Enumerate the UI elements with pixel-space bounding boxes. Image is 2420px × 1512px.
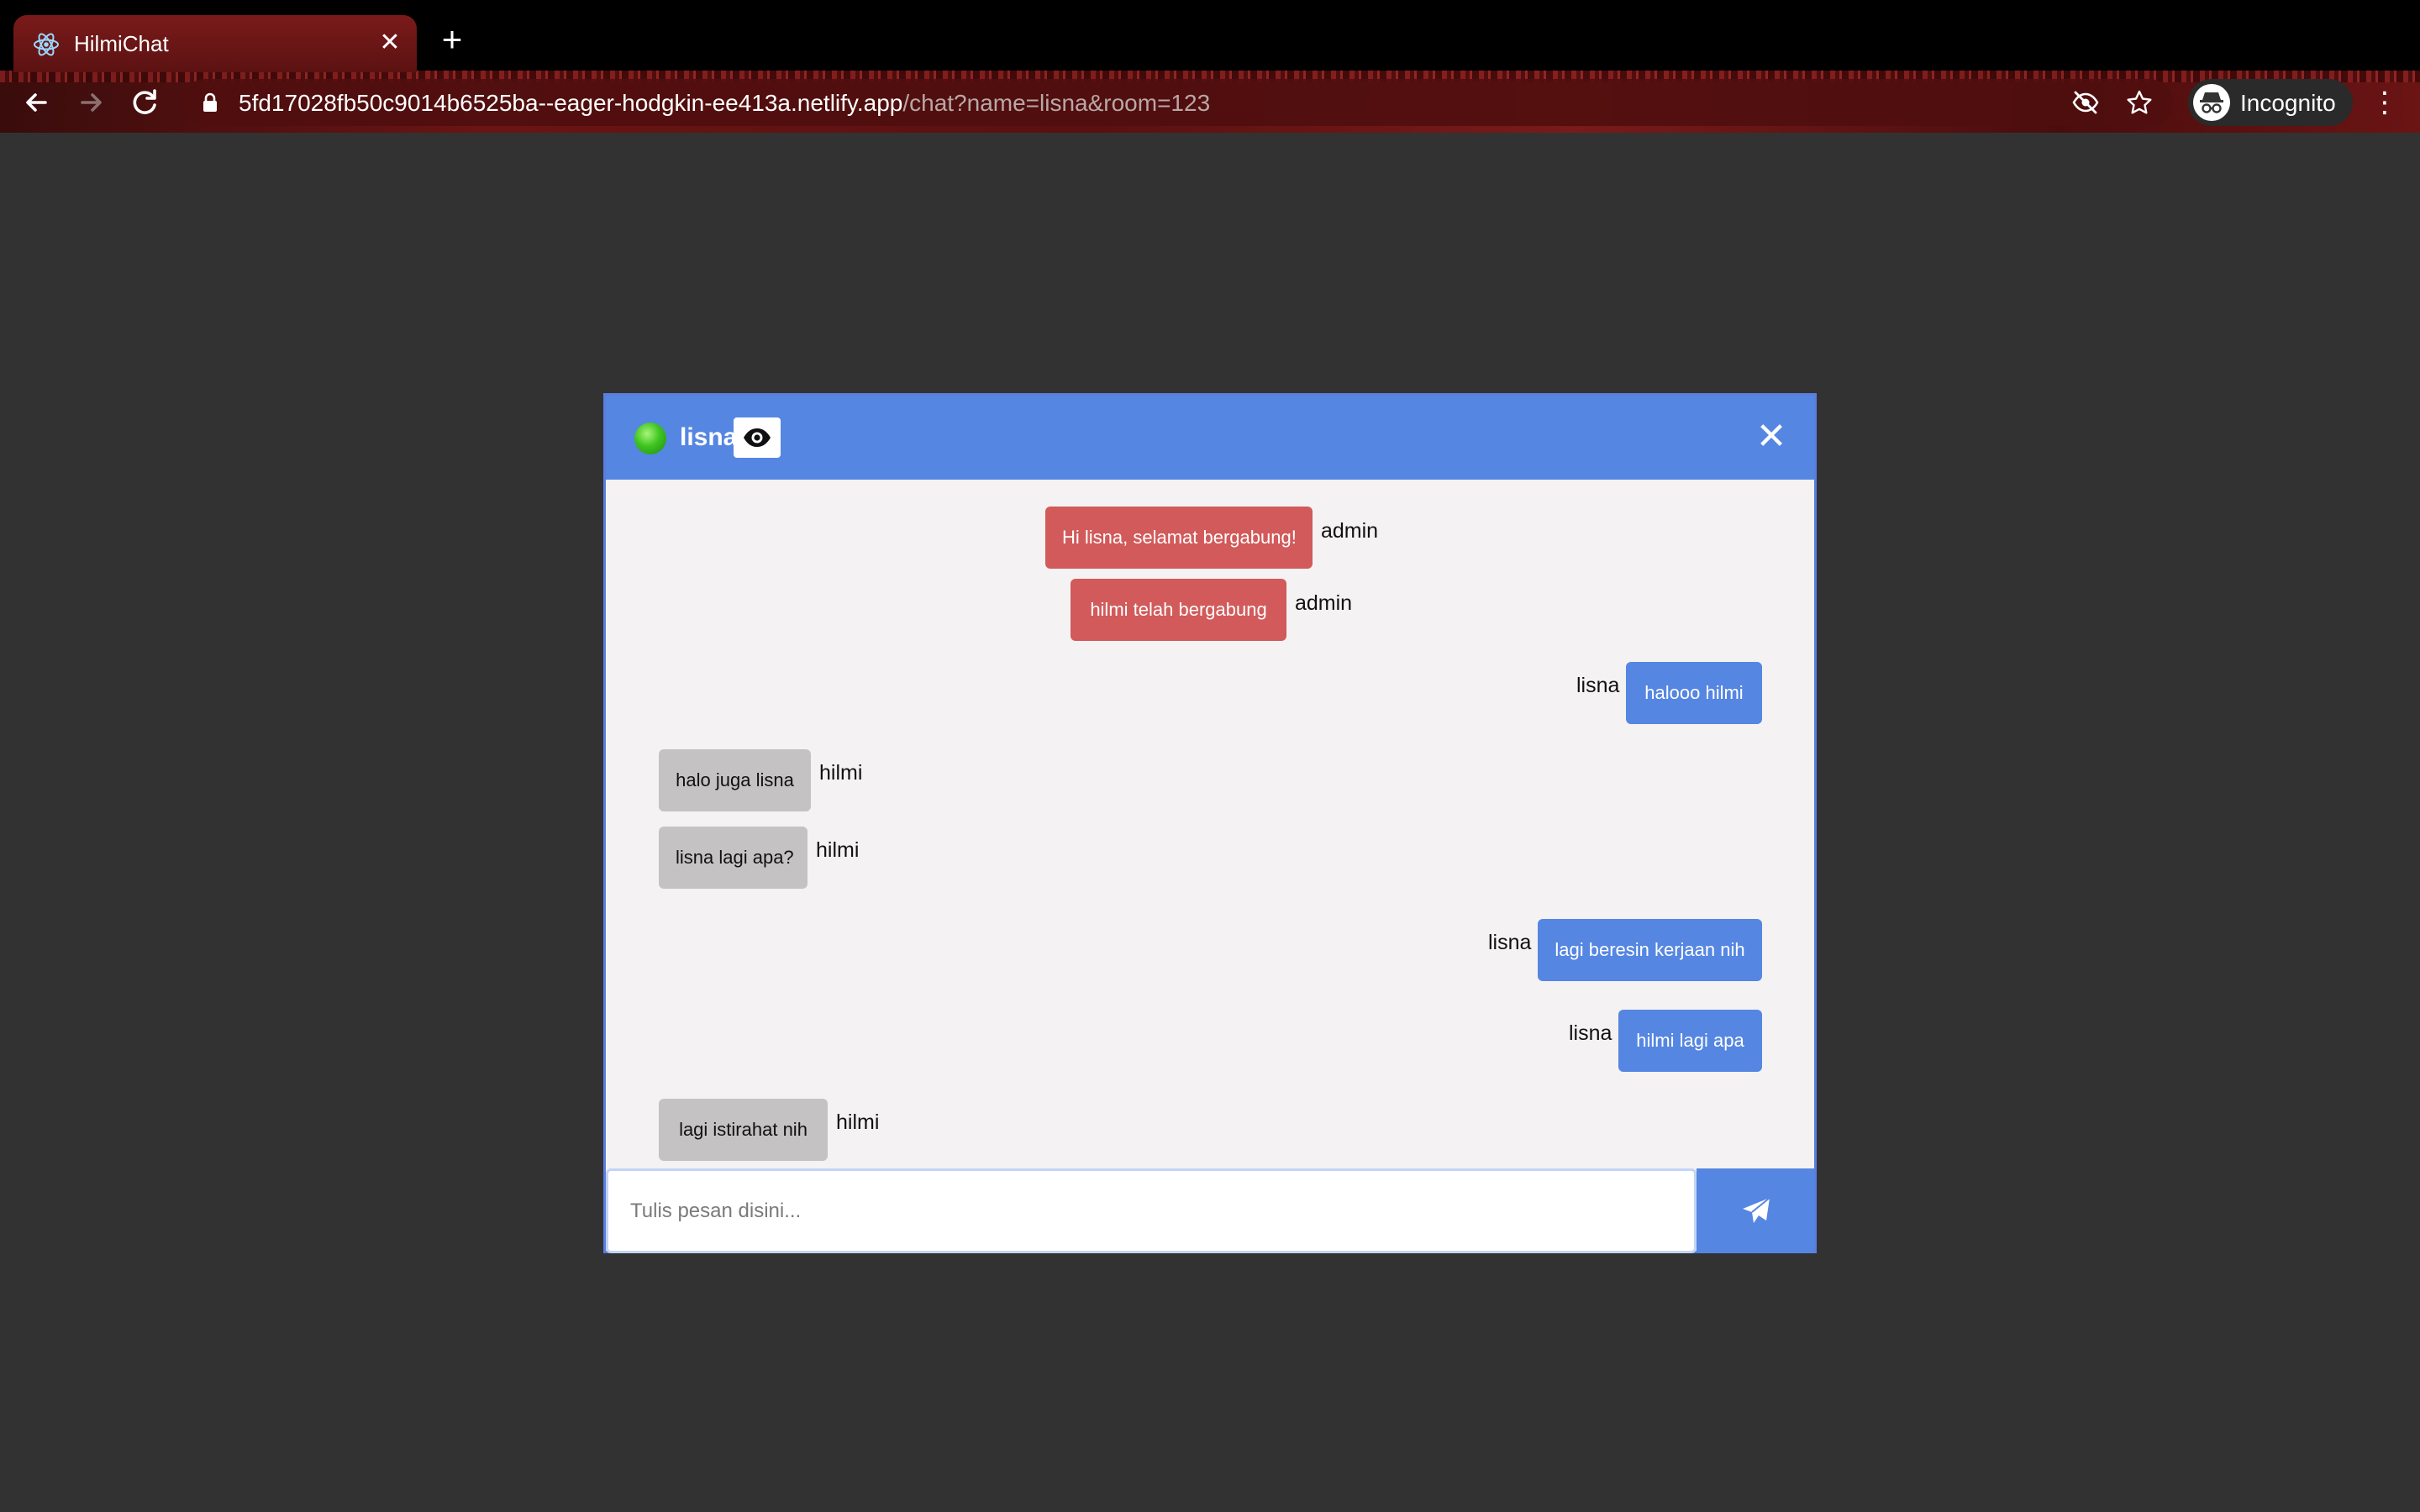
message-bubble: halooo hilmi (1626, 662, 1762, 724)
tab-close-icon[interactable]: ✕ (375, 29, 405, 59)
message-bubble: lisna lagi apa? (659, 827, 808, 889)
forward-icon[interactable] (71, 82, 111, 123)
message-bubble: Hi lisna, selamat bergabung! (1045, 507, 1313, 569)
message-sender: hilmi (836, 1110, 880, 1134)
reload-icon[interactable] (124, 82, 165, 123)
message-bubble: hilmi lagi apa (1618, 1010, 1762, 1072)
online-status-icon (634, 423, 666, 454)
url-host: 5fd17028fb50c9014b6525ba--eager-hodgkin-… (239, 90, 903, 116)
message-sender: lisna (1576, 674, 1620, 697)
message-bubble: hilmi telah bergabung (1071, 579, 1286, 641)
bookmark-star-icon[interactable] (2124, 87, 2154, 118)
chat-header: lisna ✕ (606, 396, 1814, 480)
browser-menu-icon[interactable]: ⋮ (2370, 84, 2400, 121)
message-bubble: halo juga lisna (659, 749, 811, 811)
eye-icon (744, 428, 771, 447)
url-text: 5fd17028fb50c9014b6525ba--eager-hodgkin-… (239, 90, 1210, 117)
browser-chrome: HilmiChat ✕ + 5fd17028fb50c9014b6525ba--… (0, 0, 2420, 133)
browser-tab[interactable]: HilmiChat ✕ (13, 15, 417, 72)
back-icon[interactable] (17, 82, 57, 123)
message-list: Hi lisna, selamat bergabung! admin hilmi… (606, 480, 1814, 1168)
view-users-button[interactable] (734, 417, 781, 458)
message-sender: admin (1295, 591, 1353, 615)
incognito-indicator[interactable]: Incognito (2188, 79, 2353, 126)
chat-window: lisna ✕ Hi lisna, selamat bergabung! adm… (603, 393, 1817, 1253)
lock-icon (203, 92, 217, 112)
message-sender: lisna (1488, 931, 1532, 954)
address-bar[interactable]: 5fd17028fb50c9014b6525ba--eager-hodgkin-… (182, 79, 2173, 126)
message-sender: hilmi (819, 761, 863, 785)
send-button[interactable] (1697, 1168, 1814, 1253)
message-sender: lisna (1569, 1021, 1612, 1045)
message-sender: admin (1321, 519, 1379, 543)
message-bubble: lagi beresin kerjaan nih (1538, 919, 1762, 981)
eye-slash-icon[interactable] (2070, 87, 2101, 118)
message-bubble: lagi istirahat nih (659, 1099, 828, 1161)
incognito-label: Incognito (2240, 90, 2336, 116)
tab-title: HilmiChat (74, 31, 169, 56)
close-chat-icon[interactable]: ✕ (1750, 416, 1792, 458)
chat-user-name: lisna (680, 423, 738, 451)
message-input[interactable] (606, 1168, 1697, 1253)
new-tab-button[interactable]: + (435, 22, 469, 57)
paper-plane-icon (1743, 1197, 1770, 1223)
incognito-icon (2193, 84, 2230, 121)
react-logo-icon (34, 33, 59, 56)
url-path: /chat?name=lisna&room=123 (902, 90, 1211, 116)
message-composer (606, 1168, 1814, 1253)
message-sender: hilmi (816, 838, 860, 862)
